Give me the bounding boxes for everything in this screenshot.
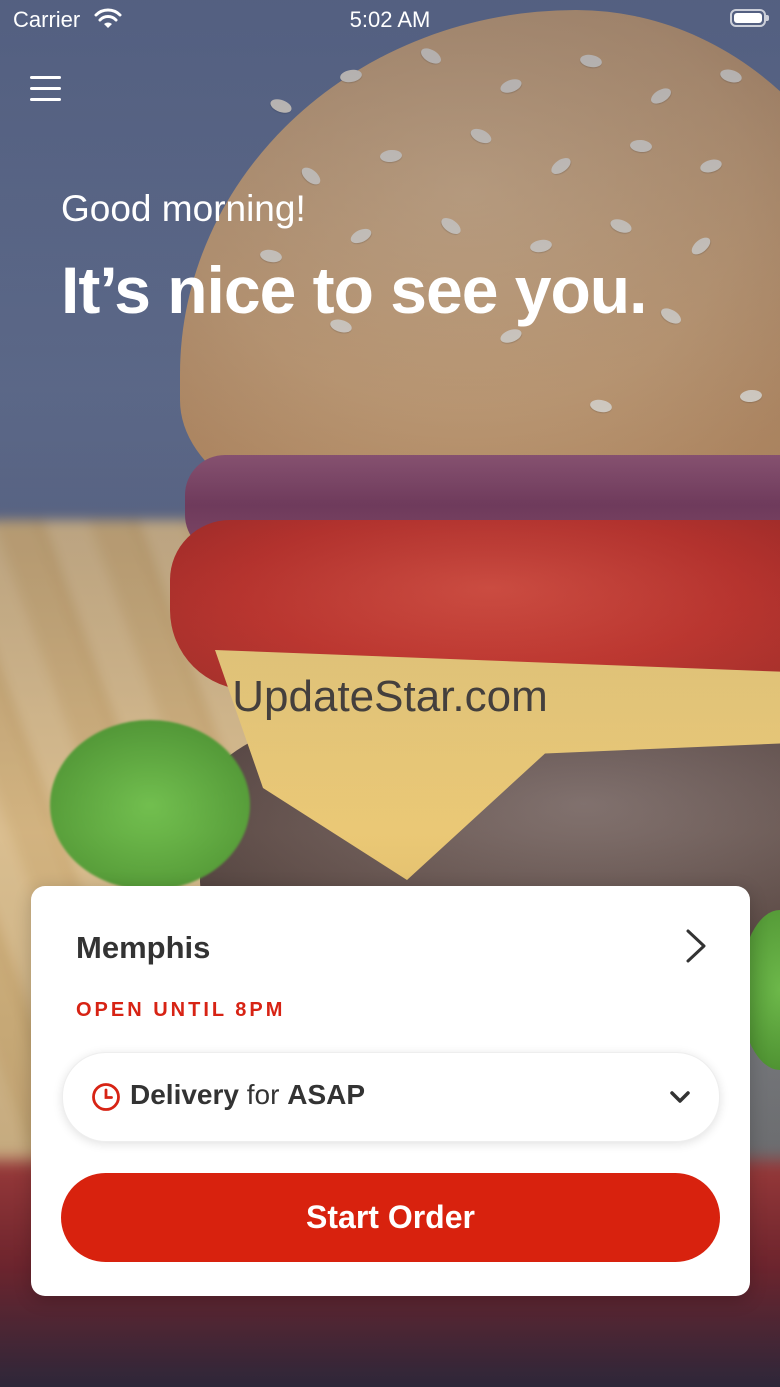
battery-icon [730,9,769,27]
delivery-connector: for [246,1079,280,1110]
clock-time: 5:02 AM [349,7,431,32]
greeting-subtitle: Good morning! [61,188,306,229]
menu-icon [30,87,61,90]
store-name: Memphis [76,930,211,965]
clock-icon [92,1083,120,1111]
menu-icon [30,98,61,101]
store-selector[interactable]: Memphis [31,886,750,996]
menu-button[interactable] [30,74,62,104]
status-bar: Carrier 5:02 AM [0,0,780,40]
menu-icon [30,76,61,79]
watermark-text: UpdateStar.com [232,672,548,721]
delivery-time-selector[interactable]: Delivery for ASAP [62,1052,720,1142]
start-order-button[interactable]: Start Order [61,1173,720,1262]
delivery-time: ASAP [287,1079,366,1110]
store-hours: OPEN UNTIL 8PM [76,999,286,1021]
order-card: Memphis OPEN UNTIL 8PM Delivery for ASAP… [31,886,750,1296]
chevron-down-icon [670,1091,690,1103]
chevron-right-icon [686,929,706,963]
greeting-headline: It’s nice to see you. [61,253,647,327]
delivery-label: Delivery for ASAP [130,1079,365,1111]
delivery-mode: Delivery [130,1079,239,1110]
